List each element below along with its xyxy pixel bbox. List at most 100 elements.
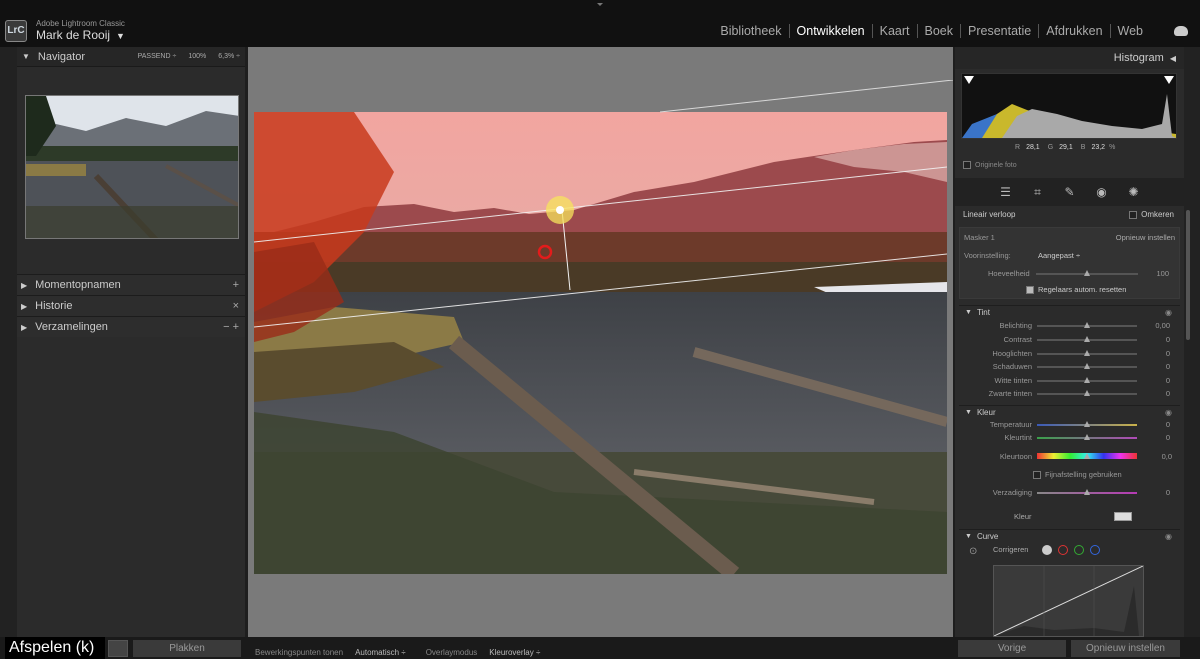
slider-knob[interactable] [1084,434,1090,440]
masking-icon[interactable]: ✺ [1123,182,1145,202]
right-edge[interactable] [1184,47,1200,637]
triangle-right-icon: ▶ [21,322,28,332]
temperature-value[interactable]: 0 [1166,420,1170,429]
historie-section[interactable]: ▶ Historie × [17,295,245,316]
mask-toolbar: Bewerkingspunten tonen Automatisch ÷ Ove… [255,648,560,657]
collapse-top-icon[interactable] [597,3,603,6]
checkbox-checked[interactable] [1026,285,1034,294]
curve-red-channel[interactable] [1058,545,1068,555]
amount-value[interactable]: 100 [1156,269,1169,278]
fine-adjust-toggle[interactable]: Fijnafstelling gebruiken [1033,470,1122,479]
amount-knob[interactable] [1084,270,1090,276]
eye-icon[interactable]: ◉ [1165,308,1172,317]
saturation-value[interactable]: 0 [1166,488,1170,497]
slider-value[interactable]: 0 [1166,362,1170,371]
add-icon[interactable]: + [233,279,239,291]
play-button[interactable]: Afspelen (k) [5,637,105,659]
slider-label: Contrast [1003,335,1032,344]
module-presentatie[interactable]: Presentatie [960,24,1038,38]
module-afdrukken[interactable]: Afdrukken [1038,24,1109,38]
tint-section-header[interactable]: ▼ Tint ◉ [959,305,1180,319]
slider-knob[interactable] [1084,390,1090,396]
eye-icon[interactable]: ◉ [1165,408,1172,417]
slider-knob[interactable] [1084,453,1090,459]
curve-rgb-channel[interactable] [1042,545,1052,555]
triangle-right-icon: ▶ [21,301,28,311]
add-remove-icon[interactable]: − + [223,321,239,333]
verzamelingen-section[interactable]: ▶ Verzamelingen − + [17,316,245,337]
clear-icon[interactable]: × [233,300,239,312]
navigator-header[interactable]: ▼ Navigator PASSEND ÷ 100% 6,3% ÷ [17,47,245,67]
healing-icon[interactable]: ✎ [1059,182,1081,202]
zoom-fit[interactable]: PASSEND ÷ [138,53,177,60]
cloud-icon[interactable] [1174,26,1188,36]
tool-strip: ☰ ⌗ ✎ ◉ ✺ [955,178,1184,206]
copy-button[interactable] [108,640,128,657]
slider-knob[interactable] [1084,377,1090,383]
triangle-down-icon: ▼ [965,309,972,316]
eye-icon[interactable]: ◉ [1165,532,1172,541]
auto-reset-toggle[interactable]: Regelaars autom. resetten [1026,285,1126,294]
curve-blue-channel[interactable] [1090,545,1100,555]
previous-button[interactable]: Vorige [958,640,1066,657]
slider-knob[interactable] [1084,322,1090,328]
navigator-thumbnail[interactable] [25,95,239,239]
color-label: Kleur [1014,512,1032,521]
red-eye-icon[interactable]: ◉ [1091,182,1113,202]
checkbox[interactable] [1033,470,1041,479]
slider-knob[interactable] [1084,350,1090,356]
slider-value[interactable]: 0 [1166,389,1170,398]
histogram[interactable] [961,73,1177,139]
right-panel-scrollbar[interactable] [1186,210,1190,340]
color-swatch[interactable] [1114,512,1132,521]
preset-dropdown[interactable]: Aangepast ÷ [1038,251,1080,260]
sliders-icon[interactable]: ☰ [995,182,1017,202]
slider-value[interactable]: 0 [1166,335,1170,344]
slider-knob[interactable] [1084,363,1090,369]
invert-toggle[interactable]: Omkeren [1129,210,1174,219]
module-web[interactable]: Web [1109,24,1150,38]
reset-button[interactable]: Opnieuw instellen [1071,640,1180,657]
left-edge[interactable] [0,47,17,637]
slider-knob[interactable] [1084,489,1090,495]
section-label: Verzamelingen [35,321,108,333]
mask-reset-button[interactable]: Opnieuw instellen [1116,233,1175,242]
curve-graph[interactable] [993,565,1144,637]
overlay-dropdown[interactable]: Kleuroverlay ÷ [489,648,540,657]
slider-knob[interactable] [1084,336,1090,342]
temperature-label: Temperatuur [989,420,1032,429]
user-name: Mark de Rooij [36,28,111,42]
slider-knob[interactable] [1084,421,1090,427]
original-photo-toggle[interactable]: Originele foto [963,161,1017,169]
amount-label: Hoeveelheid [988,269,1030,278]
module-kaart[interactable]: Kaart [871,24,917,38]
photo-canvas[interactable] [254,112,947,574]
invert-label: Omkeren [1141,210,1174,219]
mask-type-label: Lineair verloop [963,210,1016,219]
triangle-down-icon: ◀ [1169,53,1176,63]
slider-value[interactable]: 0 [1166,376,1170,385]
user-menu[interactable]: Mark de Rooij ▼ [36,28,125,42]
checkbox[interactable] [1129,210,1138,219]
module-ontwikkelen[interactable]: Ontwikkelen [788,24,872,38]
slider-value[interactable]: 0 [1166,349,1170,358]
histogram-header[interactable]: Histogram ◀ [955,47,1184,69]
checkbox[interactable] [963,161,971,169]
tint-value[interactable]: 0 [1166,433,1170,442]
momentopnamen-section[interactable]: ▶ Momentopnamen + [17,274,245,295]
module-bibliotheek[interactable]: Bibliotheek [713,24,788,38]
hue-value[interactable]: 0,0 [1162,452,1172,461]
zoom-100[interactable]: 100% [188,53,206,60]
zoom-custom[interactable]: 6,3% ÷ [218,53,240,60]
editpoints-dropdown[interactable]: Automatisch ÷ [355,648,406,657]
curve-green-channel[interactable] [1074,545,1084,555]
module-boek[interactable]: Boek [916,24,961,38]
paste-button[interactable]: Plakken [133,640,241,657]
module-picker: Bibliotheek Ontwikkelen Kaart Boek Prese… [713,24,1150,38]
crop-icon[interactable]: ⌗ [1027,182,1049,202]
target-icon[interactable]: ⊙ [969,546,977,557]
slider-value[interactable]: 0,00 [1155,321,1170,330]
color-section-header[interactable]: ▼ Kleur ◉ [959,405,1180,419]
slider-label: Schaduwen [992,362,1032,371]
curve-section-header[interactable]: ▼ Curve ◉ [959,529,1180,543]
